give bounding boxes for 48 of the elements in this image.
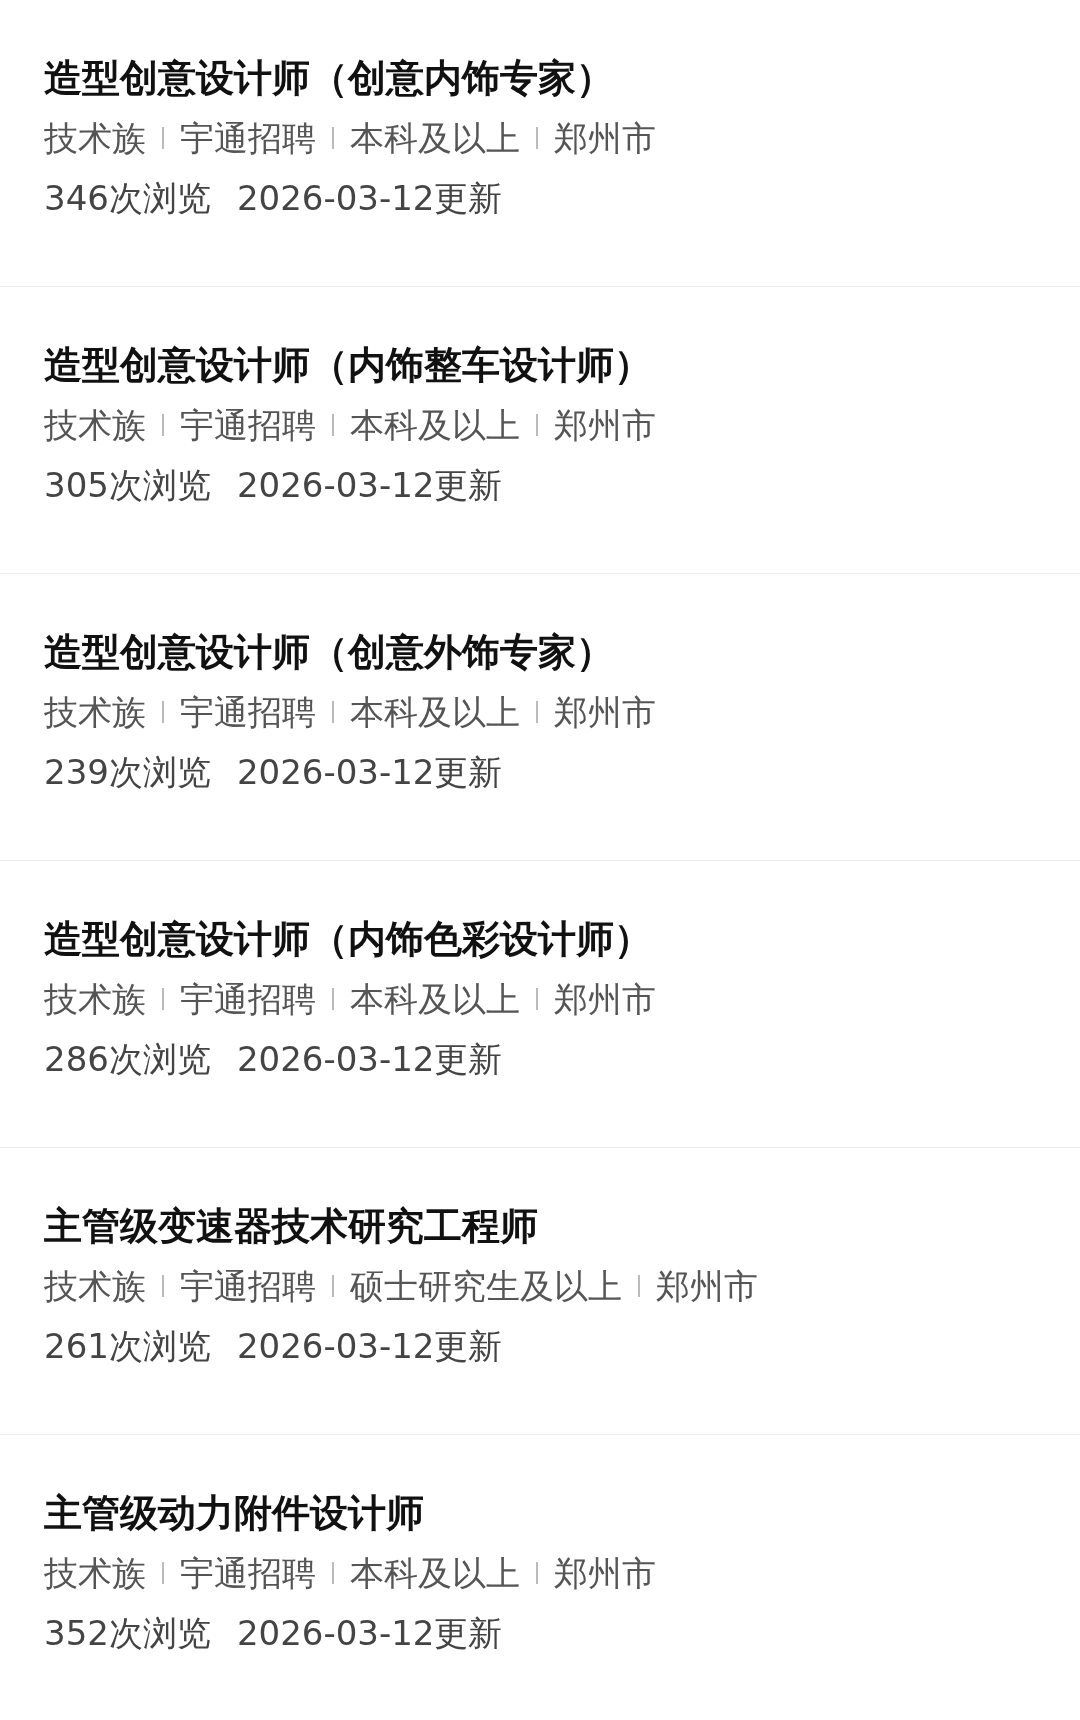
job-tag: 技术族 (44, 1260, 146, 1312)
update-date: 2026-03-12更新 (236, 464, 503, 507)
job-tag: 宇通招聘 (180, 1260, 316, 1312)
update-date: 2026-03-12更新 (236, 177, 503, 220)
view-count: 239次浏览 (44, 751, 211, 794)
view-count: 346次浏览 (44, 177, 211, 220)
job-title: 主管级动力附件设计师 (44, 1490, 425, 1537)
job-tag: 宇通招聘 (180, 112, 316, 164)
job-tag: 本科及以上 (350, 112, 520, 164)
job-list-item[interactable]: 造型创意设计师（创意外饰专家） 技术族 宇通招聘 本科及以上 郑州市 239次浏览 2026-03-12更新 (0, 574, 1080, 861)
job-tag: 本科及以上 (350, 399, 520, 451)
job-tag: 郑州市 (554, 686, 656, 738)
job-tag: 技术族 (44, 112, 146, 164)
job-title: 主管级变速器技术研究工程师 (44, 1203, 539, 1250)
job-tag: 本科及以上 (350, 973, 520, 1025)
job-title: 造型创意设计师（创意外饰专家） (44, 629, 615, 676)
job-tag: 技术族 (44, 686, 146, 738)
job-tag: 宇通招聘 (180, 686, 316, 738)
job-list-item[interactable]: 造型创意设计师（创意内饰专家） 技术族 宇通招聘 本科及以上 郑州市 346次浏览 2026-03-12更新 (0, 0, 1080, 287)
view-count: 286次浏览 (44, 1038, 211, 1081)
job-tag: 硕士研究生及以上 (350, 1260, 622, 1312)
update-date: 2026-03-12更新 (236, 1038, 503, 1081)
update-date: 2026-03-12更新 (236, 1325, 503, 1368)
job-tag: 郑州市 (554, 973, 656, 1025)
update-date: 2026-03-12更新 (236, 751, 503, 794)
view-count: 352次浏览 (44, 1612, 211, 1655)
job-tag: 技术族 (44, 399, 146, 451)
job-tag: 宇通招聘 (180, 973, 316, 1025)
job-title: 造型创意设计师（内饰色彩设计师） (44, 916, 653, 963)
job-tag: 技术族 (44, 1547, 146, 1599)
job-tag: 郑州市 (554, 112, 656, 164)
job-tag: 郑州市 (554, 399, 656, 451)
job-list-item[interactable]: 造型创意设计师（内饰整车设计师） 技术族 宇通招聘 本科及以上 郑州市 305次浏览 2026-03-12更新 (0, 287, 1080, 574)
view-count: 305次浏览 (44, 464, 211, 507)
job-tag: 宇通招聘 (180, 1547, 316, 1599)
job-title: 造型创意设计师（内饰整车设计师） (44, 342, 653, 389)
job-list-item[interactable]: 主管级动力附件设计师 技术族 宇通招聘 本科及以上 郑州市 352次浏览 2026-03-12更新 (0, 1435, 1080, 1720)
job-tag: 本科及以上 (350, 1547, 520, 1599)
job-tag: 技术族 (44, 973, 146, 1025)
job-tag: 宇通招聘 (180, 399, 316, 451)
job-title: 造型创意设计师（创意内饰专家） (44, 55, 615, 102)
job-list-item[interactable]: 主管级变速器技术研究工程师 技术族 宇通招聘 硕士研究生及以上 郑州市 261次浏览 2026-03-12更新 (0, 1148, 1080, 1435)
job-tag: 郑州市 (656, 1260, 758, 1312)
job-tag: 本科及以上 (350, 686, 520, 738)
job-list-item[interactable]: 造型创意设计师（内饰色彩设计师） 技术族 宇通招聘 本科及以上 郑州市 286次浏览 2026-03-12更新 (0, 861, 1080, 1148)
view-count: 261次浏览 (44, 1325, 211, 1368)
update-date: 2026-03-12更新 (236, 1612, 503, 1655)
job-tag: 郑州市 (554, 1547, 656, 1599)
